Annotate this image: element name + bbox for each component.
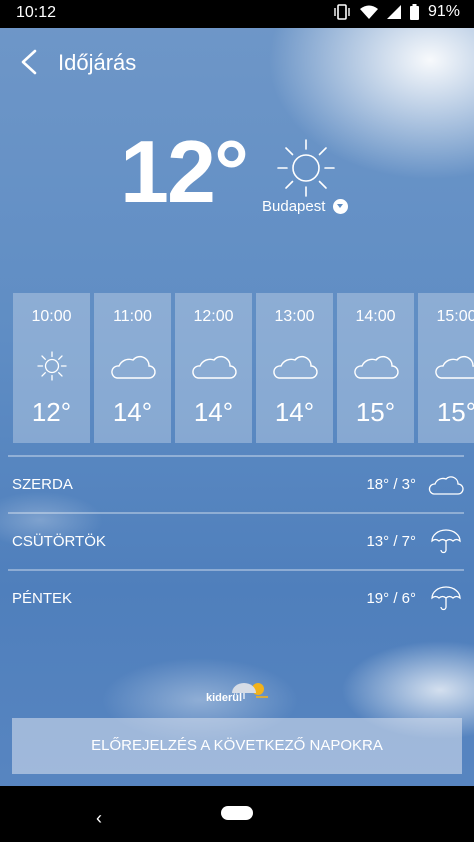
city-name: Budapest — [262, 198, 326, 215]
status-time: 10:12 — [16, 4, 57, 21]
hour-temp: 14° — [112, 397, 153, 427]
sun-icon — [36, 351, 67, 381]
nav-back-icon[interactable]: ‹ — [96, 808, 102, 829]
app-header: Időjárás — [0, 40, 474, 88]
hour-temp: 12° — [31, 397, 72, 427]
hour-time: 14:00 — [355, 308, 396, 325]
hour-card: 14:00 15° — [337, 293, 414, 443]
hour-temp: 14° — [274, 397, 315, 427]
cloud-icon — [353, 356, 399, 379]
status-icons: 91% — [333, 3, 460, 21]
city-selector[interactable]: Budapest — [262, 198, 349, 215]
next-days-forecast-button[interactable]: ELŐREJELZÉS A KÖVETKEZŐ NAPOKRA — [12, 718, 462, 774]
hour-card: 10:00 12° — [13, 293, 90, 443]
cloud-icon — [272, 356, 318, 379]
cloud-icon — [434, 356, 474, 379]
signal-icon — [386, 5, 401, 19]
battery-percent: 91% — [427, 3, 460, 20]
cloud-icon — [428, 476, 464, 495]
hour-card: 15:00 15° — [418, 293, 474, 443]
hour-card: 11:00 14° — [94, 293, 171, 443]
umbrella-icon — [431, 529, 461, 554]
cloud-icon — [110, 356, 156, 379]
day-temps: 19° / 6° — [366, 590, 416, 607]
hour-time: 13:00 — [274, 308, 315, 325]
day-name: SZERDA — [12, 476, 73, 493]
hour-time: 11:00 — [113, 308, 152, 325]
umbrella-logo-icon — [232, 683, 268, 699]
daily-row[interactable]: PÉNTEK 19° / 6° — [0, 570, 474, 626]
day-name: PÉNTEK — [12, 590, 73, 607]
dropdown-icon — [333, 199, 349, 214]
hour-temp: 15° — [436, 397, 474, 427]
hour-time: 15:00 — [436, 308, 474, 325]
vibrate-icon — [334, 4, 350, 20]
hour-card: 12:00 14° — [175, 293, 252, 443]
battery-icon — [409, 4, 419, 20]
daily-row[interactable]: CSÜTÖRTÖK 13° / 7° — [0, 513, 474, 569]
hour-time: 10:00 — [31, 308, 72, 325]
weather-screen: 10:12 91% Időjárás 12° Budapest 10:00 12… — [0, 0, 474, 842]
kiderul-logo: kiderül — [206, 680, 268, 708]
hour-card: 13:00 14° — [256, 293, 333, 443]
day-temps: 18° / 3° — [366, 476, 416, 493]
umbrella-icon — [431, 586, 461, 611]
hour-temp: 15° — [355, 397, 396, 427]
page-title: Időjárás — [58, 50, 137, 75]
current-temperature: 12° — [120, 122, 249, 221]
sun-icon — [277, 139, 335, 197]
hour-temp: 14° — [193, 397, 234, 427]
nav-home-button[interactable] — [221, 806, 253, 820]
status-bar: 10:12 91% — [0, 0, 474, 28]
wifi-icon — [359, 5, 378, 19]
daily-row[interactable]: SZERDA 18° / 3° — [0, 456, 474, 512]
cloud-icon — [191, 356, 237, 379]
day-temps: 13° / 7° — [366, 533, 416, 550]
hourly-forecast[interactable]: 10:00 12° 11:00 14° 12:00 14° 13:00 14° … — [13, 293, 474, 443]
back-arrow-icon[interactable] — [16, 48, 44, 76]
day-name: CSÜTÖRTÖK — [12, 533, 106, 550]
hour-time: 12:00 — [193, 308, 234, 325]
